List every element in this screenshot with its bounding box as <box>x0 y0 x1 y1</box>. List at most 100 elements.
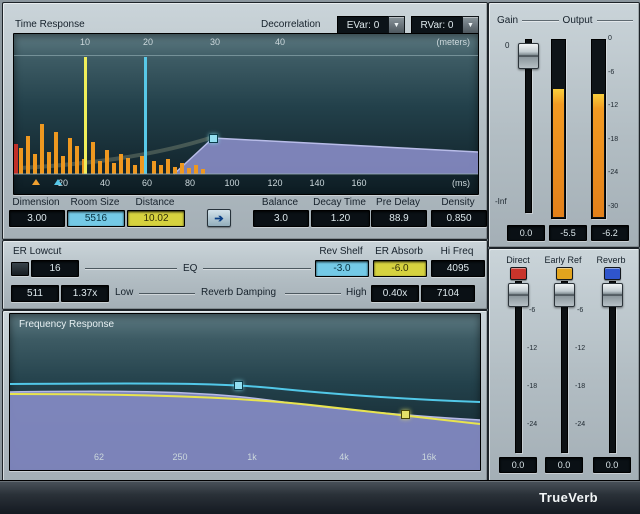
meter-scale-tick: -24 <box>608 169 618 176</box>
room-size-label: Room Size <box>67 197 123 208</box>
mix-scale-tick: -6 <box>577 307 583 314</box>
er-absorb-handle[interactable] <box>401 410 410 419</box>
decay-time-label: Decay Time <box>311 197 368 208</box>
freq-tick: 62 <box>94 452 104 462</box>
eq-divider-right <box>203 268 311 269</box>
ms-tick: 80 <box>185 178 195 188</box>
gain-readout[interactable]: 0.0 <box>507 225 545 241</box>
time-response-section: Time Response Decorrelation EVar: 0 ▼ RV… <box>2 2 488 240</box>
hi-freq-label: Hi Freq <box>431 246 483 257</box>
freq-tick: 250 <box>172 452 187 462</box>
output-meter-left <box>551 39 566 219</box>
mix-scale-tick: -18 <box>527 383 537 390</box>
er-lowcut-value[interactable]: 16 <box>31 260 79 277</box>
balance-value[interactable]: 3.0 <box>253 210 309 227</box>
output-meter-left-fill <box>553 89 564 217</box>
distance-value[interactable]: 10.02 <box>127 210 185 227</box>
direct-label: Direct <box>497 255 539 265</box>
density-control: Density 0.850 <box>431 197 485 227</box>
decay-time-value[interactable]: 1.20 <box>311 210 370 227</box>
gain-fader-thumb[interactable] <box>518 43 539 69</box>
eq-label: EQ <box>183 263 197 274</box>
room-size-value[interactable]: 5516 <box>67 210 125 227</box>
eq-divider-left <box>85 268 177 269</box>
ms-tick: 160 <box>351 178 366 188</box>
reverb-readout[interactable]: 0.0 <box>593 457 631 473</box>
dimension-value[interactable]: 3.00 <box>9 210 65 227</box>
mix-scale-tick: -18 <box>575 383 585 390</box>
time-response-title: Time Response <box>15 19 85 30</box>
er-lowcut-label: ER Lowcut <box>13 246 61 257</box>
low-damping-ratio-value[interactable]: 1.37x <box>61 285 109 302</box>
distance-marker-line <box>84 57 87 174</box>
early-ref-fader-cap[interactable] <box>556 267 573 280</box>
direct-fader-thumb[interactable] <box>508 283 529 307</box>
hi-freq-value[interactable]: 4095 <box>431 260 485 277</box>
frequency-response-graph[interactable]: Frequency Response 62 250 1k 4k 16k <box>9 313 481 471</box>
output-meter-right-readout[interactable]: -6.2 <box>591 225 629 241</box>
low-label: Low <box>115 287 133 298</box>
rev-shelf-label: Rev Shelf <box>315 246 367 257</box>
er-absorb-value[interactable]: -6.0 <box>373 260 427 277</box>
damping-divider-left <box>139 293 195 294</box>
mix-scale-tick: -12 <box>575 345 585 352</box>
high-damping-ratio-value[interactable]: 0.40x <box>371 285 419 302</box>
reverb-time-marker-icon[interactable] <box>54 179 62 185</box>
reverb-fader-cap[interactable] <box>604 267 621 280</box>
ms-tick: 60 <box>142 178 152 188</box>
rev-shelf-value[interactable]: -3.0 <box>315 260 369 277</box>
link-arrow-icon: ➔ <box>214 212 223 225</box>
reverb-level-handle[interactable] <box>209 134 218 143</box>
distance-label: Distance <box>127 197 183 208</box>
distance-control: Distance 10.02 <box>127 197 183 227</box>
balance-label: Balance <box>253 197 307 208</box>
time-response-graph[interactable]: 10 20 30 40 (meters) 20 40 60 80 100 120 <box>13 33 479 195</box>
frequency-response-plot <box>10 314 480 470</box>
density-value[interactable]: 0.850 <box>431 210 487 227</box>
rvar-dropdown[interactable]: RVar: 0 <box>411 16 463 34</box>
meter-scale-tick: -18 <box>608 136 618 143</box>
rvar-dropdown-arrow-icon[interactable]: ▼ <box>462 16 479 34</box>
meter-scale-tick: -30 <box>608 203 618 210</box>
er-lowcut-toggle[interactable] <box>11 262 29 276</box>
evar-dropdown-arrow-icon[interactable]: ▼ <box>388 16 405 34</box>
high-label: High <box>346 287 367 298</box>
reverb-fader-thumb[interactable] <box>602 283 623 307</box>
meter-scale-tick: -6 <box>608 69 614 76</box>
ms-unit-label: (ms) <box>452 178 470 188</box>
mix-section: Direct Early Ref Reverb -6 -12 -18 -24 -… <box>488 248 640 482</box>
early-ref-label: Early Ref <box>539 255 587 265</box>
balance-control: Balance 3.0 <box>253 197 307 227</box>
room-size-marker-line <box>144 57 147 174</box>
link-button[interactable]: ➔ <box>207 209 231 227</box>
evar-dropdown[interactable]: EVar: 0 <box>337 16 389 34</box>
low-damping-freq-value[interactable]: 511 <box>11 285 59 302</box>
pre-delay-label: Pre Delay <box>371 197 425 208</box>
pre-delay-value[interactable]: 88.9 <box>371 210 427 227</box>
direct-fader-cap[interactable] <box>510 267 527 280</box>
mix-scale-tick: -24 <box>527 421 537 428</box>
high-damping-freq-value[interactable]: 7104 <box>421 285 475 302</box>
decay-time-control: Decay Time 1.20 <box>311 197 368 227</box>
meter-scale-tick: -12 <box>608 102 618 109</box>
output-meter-left-readout[interactable]: -5.5 <box>549 225 587 241</box>
ms-tick: 120 <box>267 178 282 188</box>
dimension-label: Dimension <box>9 197 63 208</box>
plugin-brand: TrueVerb <box>539 490 598 505</box>
damping-divider-right <box>285 293 341 294</box>
reverb-label: Reverb <box>587 255 635 265</box>
early-ref-readout[interactable]: 0.0 <box>545 457 583 473</box>
freq-tick: 1k <box>247 452 257 462</box>
mix-scale-tick: -6 <box>529 307 535 314</box>
direct-readout[interactable]: 0.0 <box>499 457 537 473</box>
output-meter-right-fill <box>593 94 604 217</box>
early-ref-fader-thumb[interactable] <box>554 283 575 307</box>
meter-scale-tick: 0 <box>608 35 612 42</box>
decorrelation-label: Decorrelation <box>261 19 320 30</box>
eq-section: ER Lowcut 16 EQ Rev Shelf -3.0 ER Absorb… <box>2 240 488 310</box>
er-absorb-label: ER Absorb <box>373 246 425 257</box>
rev-shelf-handle[interactable] <box>234 381 243 390</box>
output-section: Gain Output 0 -Inf 0 -6 -12 -18 -24 -30 … <box>488 2 640 248</box>
er-time-marker-icon[interactable] <box>32 179 40 185</box>
gain-label: Gain <box>497 15 518 26</box>
